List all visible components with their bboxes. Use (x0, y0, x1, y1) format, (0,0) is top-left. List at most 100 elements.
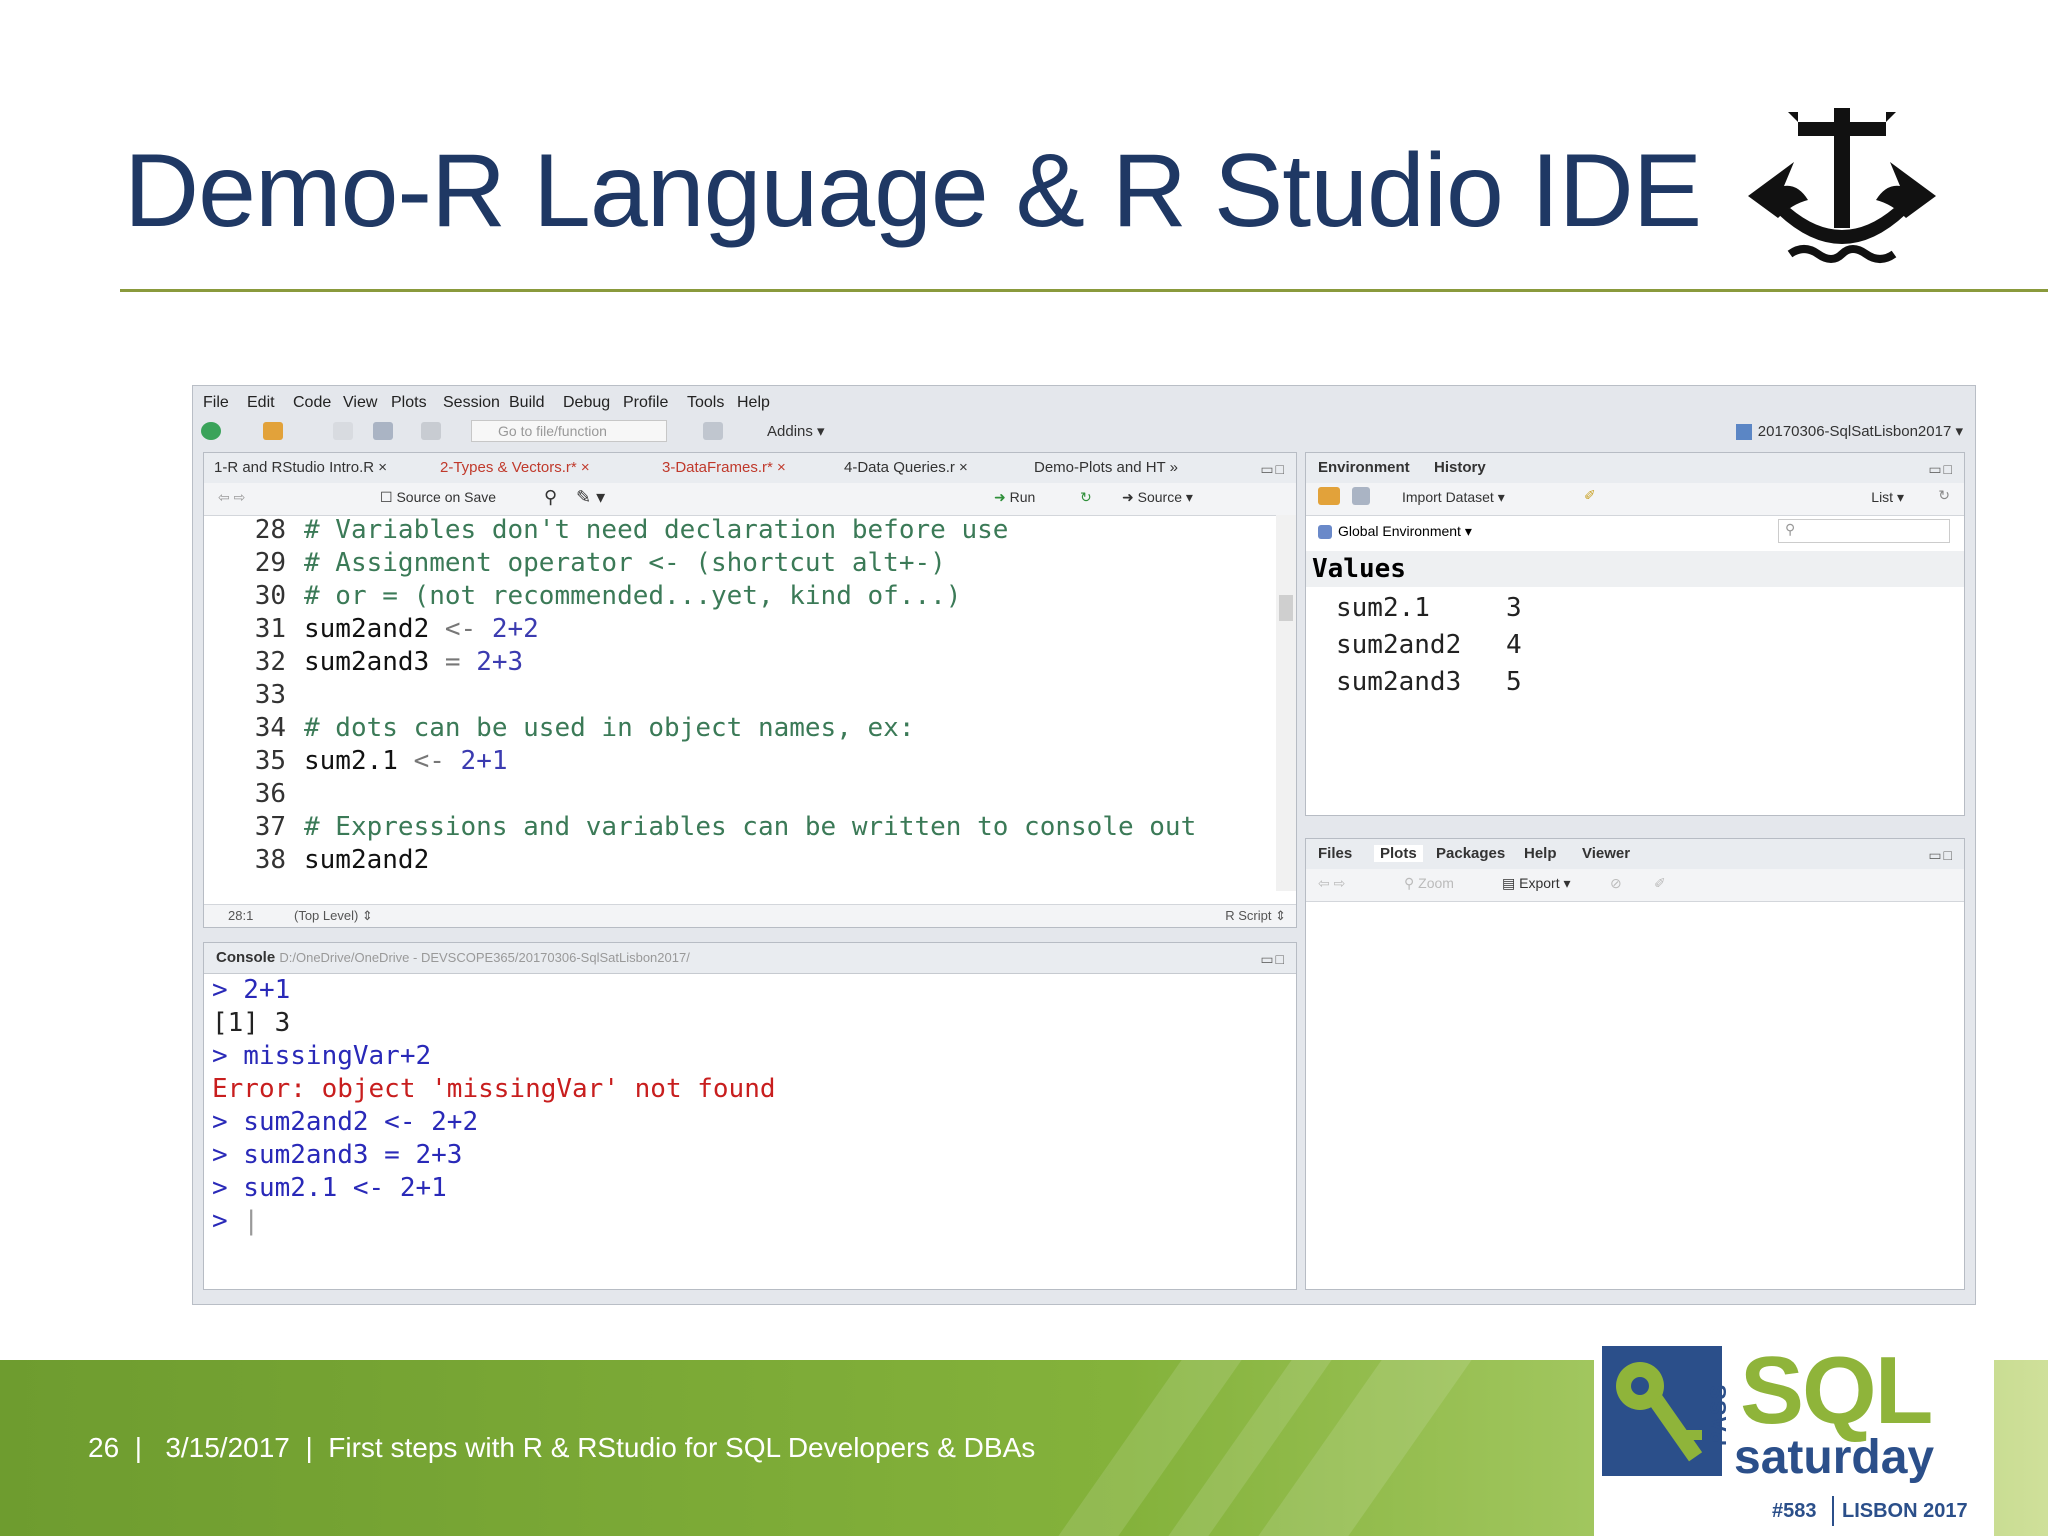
list-view-dropdown[interactable]: List ▾ (1871, 489, 1904, 506)
code-line: 29 # Assignment operator <- (shortcut alt… (254, 548, 946, 578)
menu-bar: File Edit Code View Plots Session Build … (193, 386, 1975, 416)
menu-session[interactable]: Session (443, 394, 500, 412)
plots-toolbar: ⇦ ⇨ ⚲ Zoom ▤ Export ▾ ⊘ ✐ (1306, 869, 1964, 902)
title-divider (120, 289, 2048, 292)
menu-edit[interactable]: Edit (247, 394, 275, 412)
menu-profile[interactable]: Profile (623, 394, 668, 412)
save-icon[interactable] (333, 422, 353, 440)
project-icon (1735, 424, 1752, 441)
editor-vertical-scrollbar[interactable] (1276, 515, 1296, 891)
export-button[interactable]: ▤ Export ▾ (1502, 875, 1571, 892)
source-button[interactable]: ➜ Source ▾ (1122, 489, 1193, 506)
clear-plots-icon[interactable]: ✐ (1654, 875, 1666, 892)
save-workspace-icon[interactable] (1352, 487, 1370, 505)
code-line: 30 # or = (not recommended...yet, kind of… (254, 581, 962, 611)
env-value-row[interactable]: sum2and3 5 (1336, 667, 1522, 697)
run-button[interactable]: ➜ Run (994, 489, 1035, 506)
code-editor[interactable]: 28 # Variables don't need declaration bef… (204, 515, 1276, 891)
environment-search-input[interactable]: ⚲ (1778, 519, 1950, 543)
rstudio-screenshot: File Edit Code View Plots Session Build … (192, 385, 1976, 1305)
project-selector[interactable]: 20170306-SqlSatLisbon2017 ▾ (1735, 422, 1963, 441)
code-line: 33 (254, 680, 286, 710)
code-tools-icon[interactable]: ✎ ▾ (576, 487, 605, 508)
save-all-icon[interactable] (373, 422, 393, 440)
search-icon[interactable]: ⚲ (544, 487, 557, 508)
goto-file-input[interactable]: Go to file/function (471, 420, 667, 442)
console-minmax-icon[interactable]: ▭□ (1260, 951, 1286, 968)
console-line: [1] 3 (212, 1008, 291, 1038)
tab-types-vectors[interactable]: 2-Types & Vectors.r* × (440, 459, 590, 476)
files-tabs: Files Plots Packages Help Viewer ▭□ (1306, 839, 1964, 870)
code-line: 35 sum2.1 <- 2+1 (254, 746, 508, 776)
remove-plot-icon[interactable]: ⊘ (1610, 875, 1622, 892)
load-workspace-icon[interactable] (1318, 487, 1340, 505)
tab-dataframes[interactable]: 3-DataFrames.r* × (662, 459, 786, 476)
scope-selector[interactable]: (Top Level) ⇕ (294, 908, 373, 924)
console-line: > sum2and3 = 2+3 (212, 1140, 463, 1170)
search-icon: ⚲ (1785, 521, 1796, 537)
key-icon (1602, 1346, 1722, 1476)
editor-tabs: 1-R and RStudio Intro.R × 2-Types & Vect… (204, 453, 1296, 484)
code-line: 32 sum2and3 = 2+3 (254, 647, 524, 677)
code-line: 34 # dots can be used in object names, ex… (254, 713, 915, 743)
cursor-position: 28:1 (228, 908, 254, 923)
back-forward-icon[interactable]: ⇦ ⇨ (218, 489, 245, 506)
broom-icon[interactable]: ✐ (1584, 487, 1596, 504)
tab-files[interactable]: Files (1318, 845, 1352, 862)
env-value-row[interactable]: sum2and2 4 (1336, 630, 1522, 660)
console-line: > sum2.1 <- 2+1 (212, 1173, 447, 1203)
addins-label: Addins (767, 423, 813, 440)
project-name: 20170306-SqlSatLisbon2017 (1757, 423, 1952, 440)
console-label: Console D:/OneDrive/OneDrive - DEVSCOPE3… (216, 949, 690, 966)
tab-demo-plots[interactable]: Demo-Plots and HT » (1034, 459, 1178, 476)
menu-debug[interactable]: Debug (563, 394, 610, 412)
environment-minmax-icon[interactable]: ▭□ (1928, 461, 1954, 478)
menu-plots[interactable]: Plots (391, 394, 427, 412)
tab-plots[interactable]: Plots (1374, 845, 1423, 862)
source-on-save-checkbox[interactable]: ☐ Source on Save (380, 489, 496, 506)
open-project-icon[interactable] (263, 422, 283, 440)
grid-layout-icon[interactable] (703, 422, 723, 440)
console-prompt[interactable]: > | (212, 1206, 259, 1239)
footer-text: 26 | 3/15/2017 | First steps with R & RS… (88, 1432, 1036, 1463)
tab-viewer[interactable]: Viewer (1582, 845, 1630, 862)
logo-pass: PASS (1706, 1383, 1731, 1446)
tab-history[interactable]: History (1434, 459, 1486, 476)
console-line: > sum2and2 <- 2+2 (212, 1107, 479, 1137)
sql-saturday-logo: PASS SQL saturday #583 LISBON 2017 (1594, 1336, 1994, 1536)
environment-scope-bar: Global Environment ▾ ⚲ (1306, 515, 1964, 549)
tab-r-intro[interactable]: 1-R and RStudio Intro.R × (214, 459, 387, 476)
code-line: 28 # Variables don't need declaration bef… (254, 515, 1009, 545)
refresh-icon[interactable]: ↻ (1938, 487, 1950, 504)
menu-view[interactable]: View (343, 394, 377, 412)
tab-help[interactable]: Help (1524, 845, 1557, 862)
environment-pane: Environment History ▭□ Import Dataset ▾ … (1305, 452, 1965, 816)
rerun-icon[interactable]: ↻ (1080, 489, 1092, 506)
editor-toolbar: ⇦ ⇨ ☐ Source on Save ⚲ ✎ ▾ ➜ Run ↻ ➜ Sou… (204, 483, 1296, 516)
global-environment-dropdown[interactable]: Global Environment ▾ (1318, 523, 1472, 540)
import-dataset-button[interactable]: Import Dataset ▾ (1402, 489, 1505, 506)
menu-file[interactable]: File (203, 394, 229, 412)
logo-saturday: saturday (1734, 1431, 1935, 1484)
editor-minmax-icon[interactable]: ▭□ (1260, 461, 1286, 478)
menu-build[interactable]: Build (509, 394, 545, 412)
plot-nav-icon[interactable]: ⇦ ⇨ (1318, 875, 1345, 892)
console-output[interactable]: > 2+1 [1] 3 > missingVar+2 Error: object… (204, 975, 1296, 1289)
editor-status-bar: 28:1 (Top Level) ⇕ R Script ⇕ (204, 904, 1296, 927)
new-file-icon[interactable] (201, 422, 221, 440)
files-minmax-icon[interactable]: ▭□ (1928, 847, 1954, 864)
tab-data-queries[interactable]: 4-Data Queries.r × (844, 459, 968, 476)
menu-code[interactable]: Code (293, 394, 331, 412)
addins-dropdown[interactable]: Addins ▾ (767, 422, 825, 440)
tab-packages[interactable]: Packages (1436, 845, 1505, 862)
env-value-row[interactable]: sum2.1 3 (1336, 593, 1522, 623)
zoom-button[interactable]: ⚲ Zoom (1404, 875, 1454, 892)
file-type-selector[interactable]: R Script ⇕ (1225, 908, 1286, 924)
print-icon[interactable] (421, 422, 441, 440)
editor-pane: 1-R and RStudio Intro.R × 2-Types & Vect… (203, 452, 1297, 928)
logo-city: LISBON 2017 (1842, 1500, 1968, 1522)
menu-tools[interactable]: Tools (687, 394, 724, 412)
logo-event-number: #583 (1772, 1500, 1817, 1522)
menu-help[interactable]: Help (737, 394, 770, 412)
tab-environment[interactable]: Environment (1318, 459, 1410, 476)
